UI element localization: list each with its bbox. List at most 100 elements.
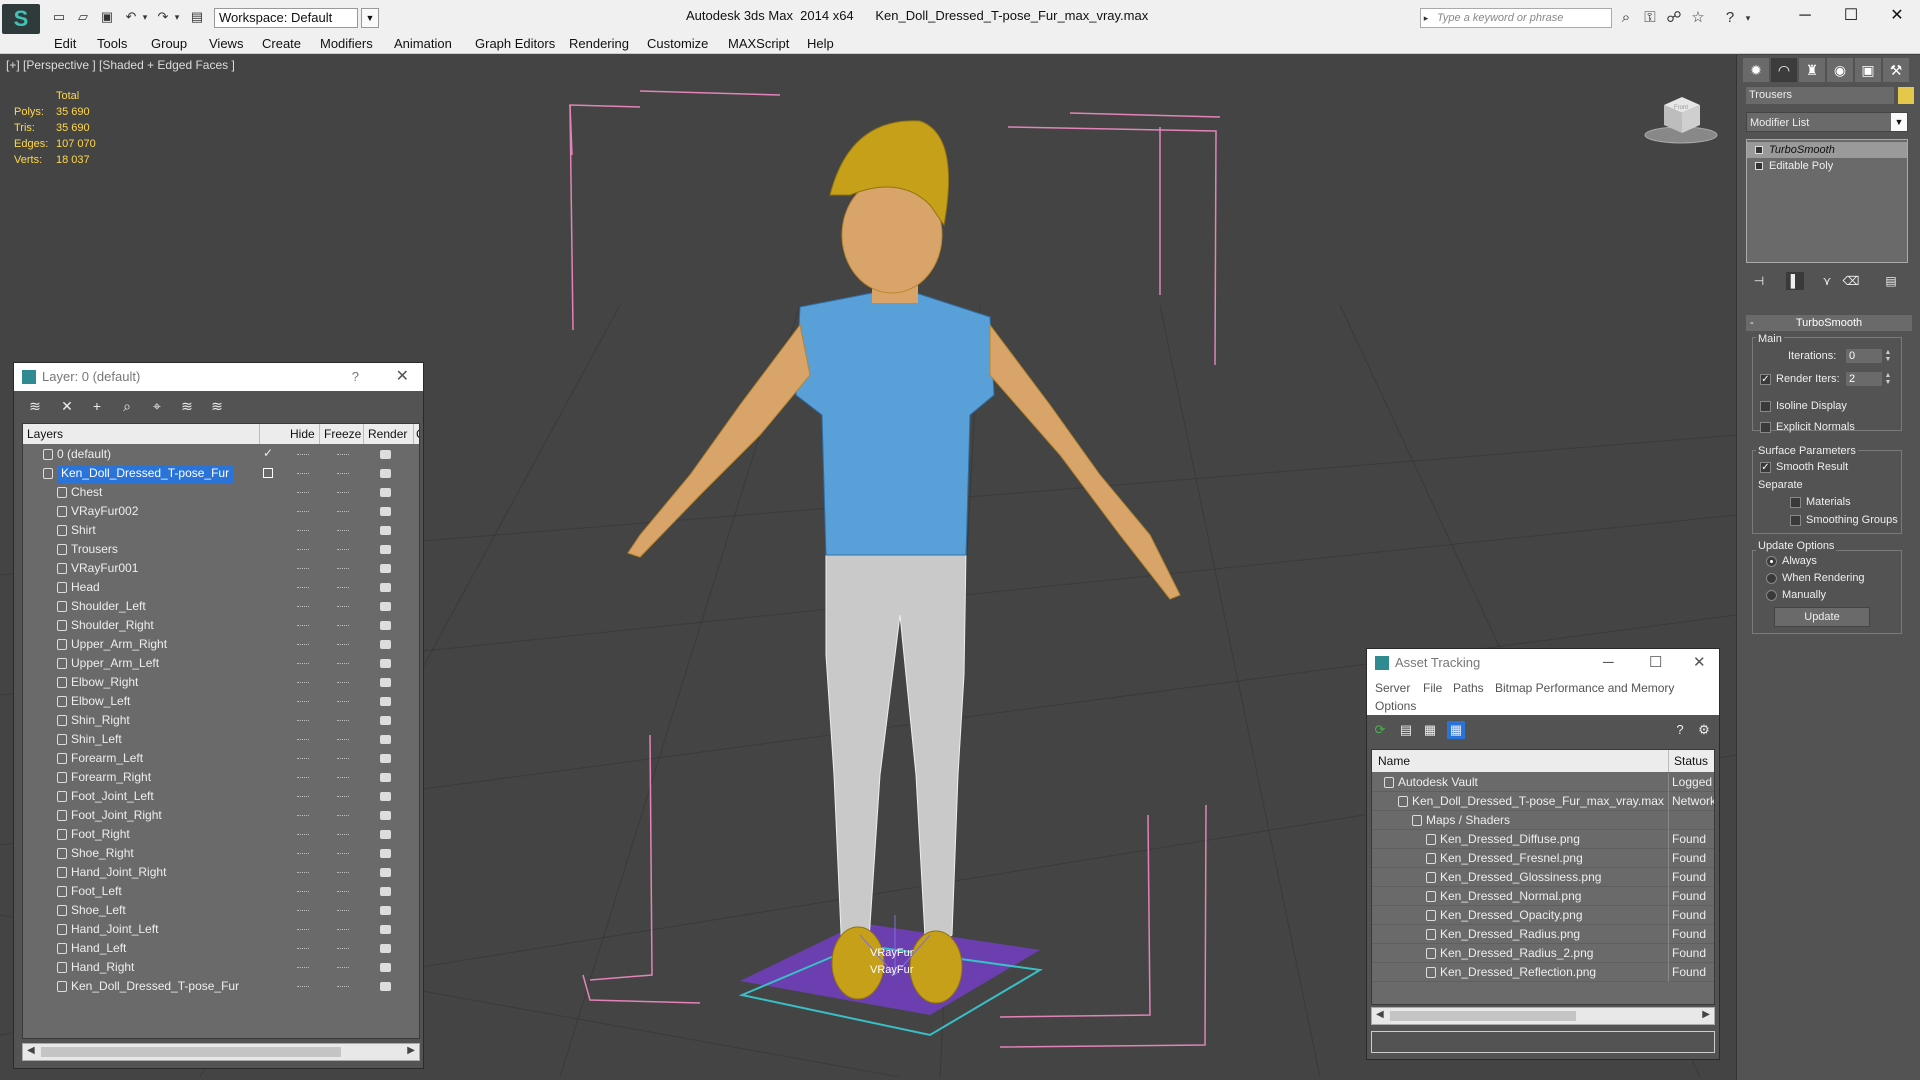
hide-toggle[interactable]	[297, 454, 309, 456]
layer-object-row[interactable]: Shoulder_Right	[23, 616, 419, 635]
app-logo-button[interactable]: S	[2, 4, 40, 34]
asset-row[interactable]: Ken_Dressed_Reflection.png Found	[1372, 963, 1714, 982]
hide-toggle[interactable]	[297, 549, 309, 551]
hide-toggle[interactable]	[297, 758, 309, 760]
render-teapot-icon[interactable]	[380, 545, 391, 554]
asset-row[interactable]: Autodesk Vault Logged	[1372, 773, 1714, 792]
materials-checkbox[interactable]	[1790, 497, 1801, 508]
menu-bitmap-performance[interactable]: Bitmap Performance and Memory	[1495, 681, 1674, 695]
display-tab-icon[interactable]: ▣	[1855, 58, 1881, 82]
render-teapot-icon[interactable]	[380, 906, 391, 915]
layer-object-row[interactable]: Foot_Joint_Left	[23, 787, 419, 806]
freeze-toggle[interactable]	[337, 568, 349, 570]
hide-toggle[interactable]	[297, 777, 309, 779]
layer-name[interactable]: Shoulder_Left	[71, 599, 146, 613]
search-input[interactable]: Type a keyword or phrase	[1420, 8, 1612, 28]
object-color-swatch[interactable]	[1898, 87, 1914, 104]
trousers-mesh[interactable]	[825, 552, 967, 956]
layer-object-row[interactable]: Ken_Doll_Dressed_T-pose_Fur	[23, 977, 419, 996]
table-view-icon[interactable]: ▦	[1447, 721, 1465, 739]
col-layers[interactable]: Layers	[27, 427, 63, 441]
render-teapot-icon[interactable]	[380, 526, 391, 535]
layer-name[interactable]: Ken_Doll_Dressed_T-pose_Fur	[71, 979, 239, 993]
highlight-layer-icon[interactable]: ⌖	[148, 397, 166, 415]
layer-object-row[interactable]: Hand_Left	[23, 939, 419, 958]
asset-horizontal-scrollbar[interactable]: ◀ ▶	[1371, 1007, 1715, 1025]
make-unique-icon[interactable]: ⋎	[1818, 272, 1836, 290]
when-rendering-radio[interactable]	[1766, 573, 1777, 584]
layer-name[interactable]: Foot_Left	[71, 884, 122, 898]
layer-object-row[interactable]: Hand_Right	[23, 958, 419, 977]
layer-name[interactable]: Chest	[71, 485, 102, 499]
freeze-toggle[interactable]	[337, 834, 349, 836]
hide-toggle[interactable]	[297, 834, 309, 836]
layer-name[interactable]: Ken_Doll_Dressed_T-pose_Fur	[57, 466, 234, 483]
layer-row[interactable]: Ken_Doll_Dressed_T-pose_Fur	[23, 464, 419, 483]
modifier-list-dropdown[interactable]: Modifier List ▼	[1746, 112, 1908, 132]
freeze-toggle[interactable]	[337, 663, 349, 665]
hide-toggle[interactable]	[297, 967, 309, 969]
iterations-spinner[interactable]: 0	[1846, 349, 1882, 363]
asset-row[interactable]: Maps / Shaders	[1372, 811, 1714, 830]
binoculars-icon[interactable]: ⌕	[1616, 8, 1636, 28]
freeze-toggle[interactable]	[337, 739, 349, 741]
subscription-key-icon[interactable]: ⚿	[1640, 8, 1660, 28]
freeze-toggle[interactable]	[337, 910, 349, 912]
hide-toggle[interactable]	[297, 682, 309, 684]
scroll-right-icon[interactable]: ▶	[407, 1045, 415, 1056]
modify-tab-icon[interactable]: ◠	[1771, 58, 1797, 82]
freeze-toggle[interactable]	[337, 872, 349, 874]
layer-object-row[interactable]: Foot_Left	[23, 882, 419, 901]
remove-modifier-icon[interactable]: ⌫	[1842, 272, 1860, 290]
render-teapot-icon[interactable]	[380, 716, 391, 725]
add-to-layer-icon[interactable]: +	[88, 397, 106, 415]
freeze-toggle[interactable]	[337, 986, 349, 988]
layer-name[interactable]: VRayFur002	[71, 504, 138, 518]
layer-name[interactable]: Shoe_Right	[71, 846, 134, 860]
freeze-toggle[interactable]	[337, 929, 349, 931]
help-dropdown-icon[interactable]: ▾	[1738, 8, 1758, 28]
vault-help-icon[interactable]: ?	[1671, 721, 1689, 739]
explicit-normals-checkbox[interactable]	[1760, 422, 1771, 433]
new-file-icon[interactable]: ▭	[50, 9, 68, 25]
asset-row[interactable]: Ken_Dressed_Opacity.png Found	[1372, 906, 1714, 925]
layer-name[interactable]: Shirt	[71, 523, 96, 537]
render-teapot-icon[interactable]	[380, 659, 391, 668]
menu-animation[interactable]: Animation	[394, 36, 452, 51]
layer-object-row[interactable]: Shin_Right	[23, 711, 419, 730]
render-teapot-icon[interactable]	[380, 887, 391, 896]
render-teapot-icon[interactable]	[380, 849, 391, 858]
hide-toggle[interactable]	[297, 492, 309, 494]
layer-name[interactable]: Forearm_Right	[71, 770, 151, 784]
render-teapot-icon[interactable]	[380, 963, 391, 972]
pin-stack-icon[interactable]: ⊣	[1750, 272, 1768, 290]
freeze-toggle[interactable]	[337, 587, 349, 589]
scroll-left-icon[interactable]: ◀	[27, 1045, 35, 1056]
layer-object-row[interactable]: Shin_Left	[23, 730, 419, 749]
freeze-toggle[interactable]	[337, 625, 349, 627]
freeze-toggle[interactable]	[337, 853, 349, 855]
col-name[interactable]: Name	[1378, 754, 1410, 768]
communication-icon[interactable]: ☍	[1664, 8, 1684, 28]
layer-name[interactable]: 0 (default)	[57, 447, 111, 461]
layer-name[interactable]: Shin_Left	[71, 732, 122, 746]
layer-name[interactable]: Elbow_Right	[71, 675, 138, 689]
freeze-toggle[interactable]	[337, 948, 349, 950]
render-teapot-icon[interactable]	[380, 507, 391, 516]
hide-toggle[interactable]	[297, 587, 309, 589]
layer-name[interactable]: Upper_Arm_Left	[71, 656, 159, 670]
render-teapot-icon[interactable]	[380, 469, 391, 478]
always-radio[interactable]	[1766, 556, 1777, 567]
help-icon[interactable]: ?	[352, 363, 359, 391]
hide-toggle[interactable]	[297, 473, 309, 475]
layer-object-row[interactable]: Foot_Joint_Right	[23, 806, 419, 825]
create-tab-icon[interactable]: ✹	[1743, 58, 1769, 82]
hide-toggle[interactable]	[297, 663, 309, 665]
col-extra[interactable]: C	[416, 427, 419, 441]
smoothing-groups-checkbox[interactable]	[1790, 515, 1801, 526]
col-status[interactable]: Status	[1674, 754, 1708, 768]
layer-name[interactable]: Shin_Right	[71, 713, 130, 727]
asset-row[interactable]: Ken_Dressed_Radius_2.png Found	[1372, 944, 1714, 963]
scroll-right-icon[interactable]: ▶	[1702, 1009, 1710, 1020]
create-layer-icon[interactable]: ≋	[26, 397, 44, 415]
